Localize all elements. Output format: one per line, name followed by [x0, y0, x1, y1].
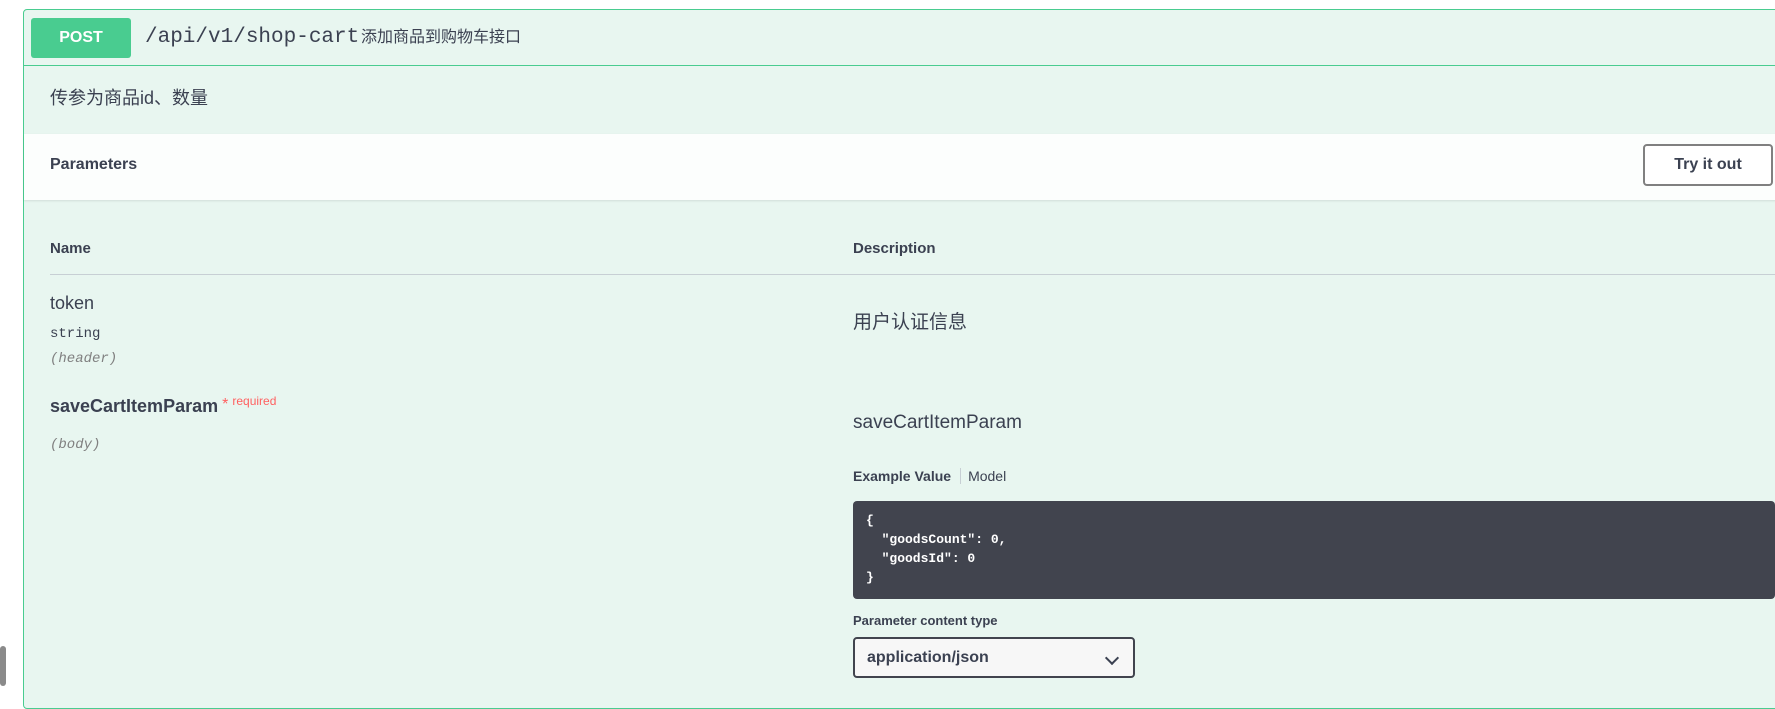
column-divider	[50, 274, 1775, 275]
operation-description: 传参为商品id、数量	[50, 88, 209, 108]
parameters-title: Parameters	[50, 156, 138, 173]
content-type-select[interactable]: application/json	[853, 637, 1135, 678]
param-token-name: token	[50, 293, 95, 313]
tab-example-value[interactable]: Example Value	[853, 468, 962, 484]
tab-model[interactable]: Model	[961, 468, 1006, 484]
example-json-block: { "goodsCount": 0, "goodsId": 0 }	[853, 501, 1775, 599]
param-body-location: (body)	[50, 437, 101, 453]
required-star: *	[222, 396, 229, 413]
column-header-name: Name	[50, 240, 91, 257]
scrollbar-thumb[interactable]	[0, 646, 6, 686]
param-token-type: string	[50, 326, 101, 342]
post-operation-block: POST /api/v1/shop-cart 添加商品到购物车接口 传参为商品i…	[23, 9, 1775, 709]
operation-summary[interactable]: POST /api/v1/shop-cart 添加商品到购物车接口	[24, 10, 1775, 66]
param-body-description: saveCartItemParam	[853, 412, 1022, 433]
param-body-name: saveCartItemParam	[50, 396, 219, 416]
parameters-header: Parameters Try it out	[24, 134, 1775, 200]
column-header-description: Description	[853, 240, 936, 257]
operation-summary-text: 添加商品到购物车接口	[361, 29, 522, 46]
param-body-name-row: saveCartItemParam * required	[50, 394, 277, 417]
content-type-value: application/json	[867, 649, 989, 666]
chevron-down-icon	[1104, 650, 1120, 666]
try-it-out-button[interactable]: Try it out	[1643, 144, 1773, 186]
param-token-description: 用户认证信息	[853, 312, 968, 333]
operation-path: /api/v1/shop-cart	[145, 26, 360, 49]
content-type-label: Parameter content type	[853, 613, 998, 628]
method-badge: POST	[31, 18, 131, 58]
param-token-location: (header)	[50, 351, 118, 367]
required-label: required	[232, 394, 277, 408]
example-model-tabs: Example Value Model	[853, 468, 1006, 484]
